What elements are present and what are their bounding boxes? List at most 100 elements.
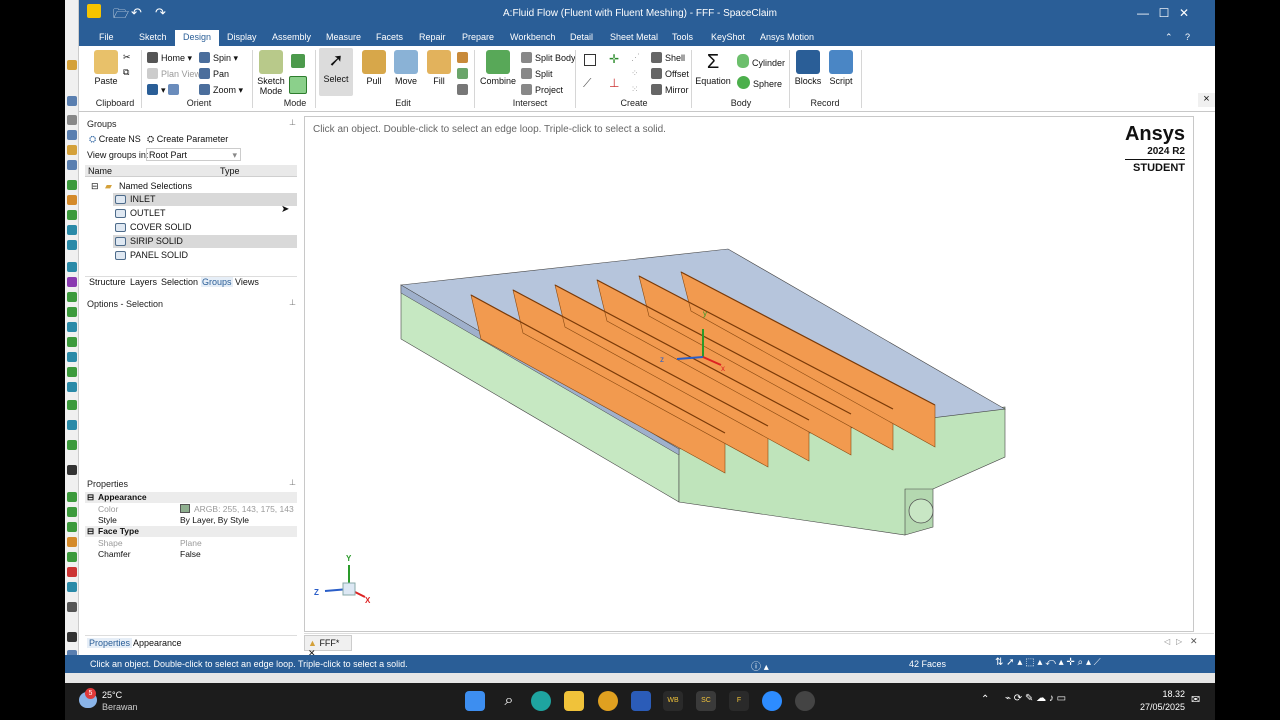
- tool-icon-17[interactable]: [67, 337, 77, 347]
- file-explorer-icon[interactable]: [564, 691, 584, 711]
- 3d-mode-icon[interactable]: [289, 76, 307, 94]
- point-icon[interactable]: ✛: [609, 52, 619, 66]
- fluent-icon[interactable]: F: [729, 691, 749, 711]
- tab-layers[interactable]: Layers: [130, 277, 157, 287]
- pin-icon[interactable]: ⊥: [289, 118, 296, 127]
- tool-icon-25[interactable]: [67, 492, 77, 502]
- tool-icon-9[interactable]: [67, 210, 77, 220]
- tree-item-inlet[interactable]: INLET: [113, 193, 297, 206]
- tab-selection[interactable]: Selection: [161, 277, 198, 287]
- tool-icon-33[interactable]: [67, 632, 77, 642]
- tool-icon-3[interactable]: [67, 115, 77, 125]
- pin-icon[interactable]: ⊥: [289, 478, 296, 487]
- sphere-button[interactable]: Sphere: [737, 76, 782, 89]
- tab-views[interactable]: Views: [235, 277, 259, 287]
- tab-measure[interactable]: Measure: [318, 30, 369, 46]
- tray-icons[interactable]: ⌁ ⟳ ✎ ☁ ♪ ▭: [1005, 693, 1066, 704]
- axis-icon[interactable]: ⊥: [609, 76, 619, 90]
- tool-icon-31[interactable]: [67, 582, 77, 592]
- tool-icon-4[interactable]: [67, 130, 77, 140]
- move-button[interactable]: Move: [390, 50, 422, 86]
- tool-icon-8[interactable]: [67, 195, 77, 205]
- property-style[interactable]: Style By Layer, By Style: [85, 515, 297, 526]
- line-icon[interactable]: ⟋: [583, 76, 591, 91]
- view-cube-button[interactable]: ▾: [147, 84, 182, 96]
- view-groups-select[interactable]: Root Part ▾: [146, 148, 241, 161]
- chrome-icon[interactable]: [598, 691, 618, 711]
- tool-icon-1[interactable]: [67, 60, 77, 70]
- shell-button[interactable]: Shell: [651, 52, 685, 63]
- minimize-button[interactable]: —: [1132, 3, 1154, 23]
- tweak-icon[interactable]: [457, 84, 468, 95]
- scroll-left-icon[interactable]: ◁: [1164, 637, 1170, 646]
- tab-file[interactable]: File: [91, 30, 122, 46]
- tool-icon-14[interactable]: [67, 292, 77, 302]
- tree-item-outlet[interactable]: OUTLET: [113, 207, 297, 220]
- property-chamfer[interactable]: Chamfer False: [85, 549, 297, 560]
- spaceclaim-icon[interactable]: SC: [696, 691, 716, 711]
- tool-icon-11[interactable]: [67, 240, 77, 250]
- plan-view-button[interactable]: Plan View: [147, 68, 201, 79]
- close-panel-icon[interactable]: ×: [1198, 93, 1215, 107]
- tool-icon-23[interactable]: [67, 440, 77, 450]
- close-button[interactable]: ✕: [1173, 3, 1195, 23]
- tool-icon-7[interactable]: [67, 180, 77, 190]
- tool-icon-29[interactable]: [67, 552, 77, 562]
- replace-icon[interactable]: [457, 68, 468, 79]
- graphics-viewport[interactable]: Click an object. Double-click to select …: [304, 116, 1194, 632]
- tool-icon-26[interactable]: [67, 507, 77, 517]
- combine-button[interactable]: Combine: [479, 50, 517, 86]
- media-player-icon[interactable]: [795, 691, 815, 711]
- tool-icon-18[interactable]: [67, 352, 77, 362]
- pin-icon[interactable]: ⊥: [289, 298, 296, 307]
- tab-groups[interactable]: Groups: [201, 277, 233, 287]
- tool-icon-20[interactable]: [67, 382, 77, 392]
- select-button[interactable]: ➚ Select: [319, 48, 353, 96]
- pull-button[interactable]: Pull: [359, 50, 389, 86]
- tab-properties[interactable]: Properties: [87, 638, 133, 648]
- tab-tools[interactable]: Tools: [664, 30, 701, 46]
- tab-repair[interactable]: Repair: [411, 30, 454, 46]
- named-selections-folder[interactable]: Named Selections: [119, 181, 192, 191]
- tab-keyshot[interactable]: KeyShot: [703, 30, 753, 46]
- workbench-icon[interactable]: WB: [663, 691, 683, 711]
- notification-icon[interactable]: ✉: [1191, 693, 1200, 706]
- tool-icon-16[interactable]: [67, 322, 77, 332]
- help-icon[interactable]: ?: [1177, 30, 1198, 46]
- project-button[interactable]: Project: [521, 84, 563, 95]
- word-icon[interactable]: [631, 691, 651, 711]
- tab-workbench[interactable]: Workbench: [502, 30, 563, 46]
- create-ns-button[interactable]: ⛭ Create NS: [89, 134, 141, 145]
- zoom-button[interactable]: Zoom ▾: [199, 84, 243, 96]
- split-button[interactable]: Split: [521, 68, 553, 79]
- tab-assembly[interactable]: Assembly: [264, 30, 319, 46]
- sketch-mode-button[interactable]: Sketch Mode: [255, 50, 287, 96]
- zoom-icon[interactable]: [762, 691, 782, 711]
- tool-icon-30[interactable]: [67, 567, 77, 577]
- document-tab-fff[interactable]: ▲ FFF* ✕: [304, 635, 352, 658]
- tab-ansys-motion[interactable]: Ansys Motion: [752, 30, 822, 46]
- tree-item-panel-solid[interactable]: PANEL SOLID: [113, 249, 297, 262]
- tool-icon-6[interactable]: [67, 160, 77, 170]
- edge-icon[interactable]: [531, 691, 551, 711]
- property-color[interactable]: Color ARGB: 255, 143, 175, 143: [85, 504, 297, 515]
- cut-icon[interactable]: ✂: [123, 52, 131, 63]
- blocks-button[interactable]: Blocks: [792, 50, 824, 86]
- tool-icon-2[interactable]: [67, 96, 77, 106]
- offset-button[interactable]: Offset: [651, 68, 689, 79]
- tool-icon-32[interactable]: [67, 602, 77, 612]
- collapse-toggle-icon[interactable]: ⊟: [91, 181, 99, 192]
- tab-display[interactable]: Display: [219, 30, 265, 46]
- script-button[interactable]: Script: [825, 50, 857, 86]
- tab-sheet-metal[interactable]: Sheet Metal: [602, 30, 666, 46]
- tool-icon-24[interactable]: [67, 465, 77, 475]
- create-parameter-button[interactable]: ⛭ Create Parameter: [147, 134, 228, 145]
- pattern-fill-icon[interactable]: ⁙: [631, 84, 639, 95]
- tree-item-cover-solid[interactable]: COVER SOLID: [113, 221, 297, 234]
- tab-prepare[interactable]: Prepare: [454, 30, 502, 46]
- cylinder-button[interactable]: Cylinder: [737, 54, 785, 68]
- pan-button[interactable]: Pan: [199, 68, 229, 79]
- equation-button[interactable]: Σ Equation: [693, 50, 733, 86]
- blend-icon[interactable]: [457, 52, 468, 63]
- tree-item-sirip-solid[interactable]: SIRIP SOLID: [113, 235, 297, 248]
